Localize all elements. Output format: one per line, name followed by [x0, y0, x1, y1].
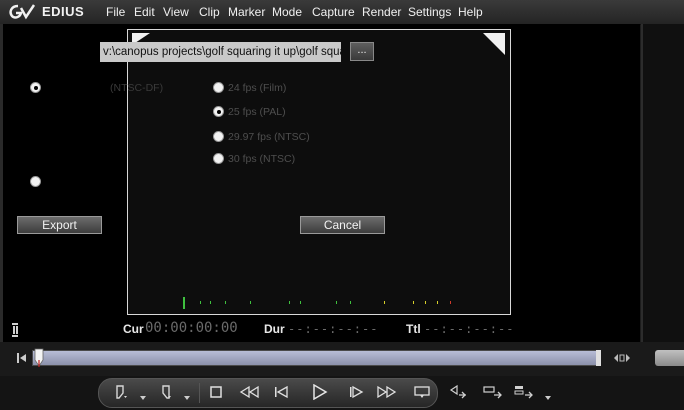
jog-slider[interactable]: [655, 350, 684, 366]
overwrite-icon: [483, 386, 502, 399]
left-frame-edge: [0, 24, 3, 342]
export-button[interactable]: Export: [17, 216, 102, 234]
player-monitor: [127, 29, 511, 315]
rewind-icon: [239, 385, 259, 399]
track-panel-icon[interactable]: [10, 322, 20, 338]
fps-label-24: 24 fps (Film): [228, 82, 287, 94]
safe-area-corner-tr: [483, 33, 505, 55]
fps-radio-25[interactable]: [213, 106, 224, 117]
meter-tick: [437, 301, 438, 304]
meter-tick: [250, 301, 251, 304]
rewind-button[interactable]: [238, 382, 260, 402]
menu-marker[interactable]: Marker: [228, 5, 265, 19]
set-out-point-button[interactable]: [154, 382, 176, 402]
audio-meter-bar: [183, 297, 185, 309]
insert-icon: [449, 384, 466, 399]
chevron-down-icon[interactable]: [545, 396, 551, 400]
fps-label-30: 30 fps (NTSC): [228, 153, 296, 165]
meter-tick: [350, 301, 351, 304]
left-option-radio-1[interactable]: [30, 82, 41, 93]
menu-view[interactable]: View: [163, 5, 189, 19]
set-in-point-button[interactable]: [110, 382, 132, 402]
chevron-down-icon[interactable]: [140, 396, 146, 400]
edius-logo-icon: [9, 4, 36, 20]
dur-label: Dur: [264, 322, 285, 336]
play-icon: [313, 384, 328, 400]
scrub-handle-icon[interactable]: [16, 350, 28, 366]
cur-label: Cur: [123, 322, 144, 336]
meter-tick: [413, 301, 414, 304]
step-back-icon: [275, 385, 288, 399]
mark-in-icon: [116, 385, 127, 399]
meter-tick: [425, 301, 426, 304]
scrub-bar-end: [596, 350, 601, 366]
transport-separator: [199, 383, 200, 403]
loop-icon: [414, 386, 430, 398]
chevron-down-icon[interactable]: [184, 396, 190, 400]
meter-tick: [300, 301, 301, 304]
playhead-icon[interactable]: [34, 348, 44, 368]
dur-timecode: --:--:--:--: [288, 322, 379, 336]
fast-forward-icon: [377, 385, 397, 399]
scrub-bar[interactable]: [32, 350, 598, 366]
menu-help[interactable]: Help: [458, 5, 483, 19]
cur-timecode: 00:00:00:00: [145, 320, 238, 336]
app-name: EDIUS: [42, 4, 85, 19]
stop-button[interactable]: [205, 382, 227, 402]
menu-edit[interactable]: Edit: [134, 5, 155, 19]
fps-radio-30[interactable]: [213, 153, 224, 164]
step-back-button[interactable]: [270, 382, 292, 402]
menu-mode[interactable]: Mode: [272, 5, 302, 19]
menu-capture[interactable]: Capture: [312, 5, 355, 19]
menu-settings[interactable]: Settings: [408, 5, 451, 19]
fps-radio-2997[interactable]: [213, 131, 224, 142]
ttl-label: Ttl: [406, 322, 421, 336]
insert-button[interactable]: [448, 382, 470, 402]
loop-play-button[interactable]: [411, 382, 433, 402]
meter-tick: [225, 301, 226, 304]
menu-file[interactable]: File: [106, 5, 125, 19]
left-option-radio-2[interactable]: [30, 176, 41, 187]
meter-tick: [210, 301, 211, 304]
browse-button[interactable]: ...: [350, 42, 374, 61]
ttl-timecode: --:--:--:--: [424, 322, 515, 336]
shuttle-mode-icon[interactable]: [612, 352, 632, 364]
mark-out-icon: [162, 385, 171, 399]
meter-tick: [336, 301, 337, 304]
meter-tick: [200, 301, 201, 304]
fast-forward-button[interactable]: [376, 382, 398, 402]
menu-clip[interactable]: Clip: [199, 5, 220, 19]
meter-tick: [450, 301, 451, 304]
right-panel: [641, 24, 684, 342]
fps-radio-24[interactable]: [213, 82, 224, 93]
fps-label-25: 25 fps (PAL): [228, 106, 286, 118]
replace-icon: [514, 386, 533, 399]
menu-render[interactable]: Render: [362, 5, 401, 19]
fps-label-2997: 29.97 fps (NTSC): [228, 131, 310, 143]
replace-button[interactable]: [513, 382, 535, 402]
cancel-button[interactable]: Cancel: [300, 216, 385, 234]
stop-icon: [210, 386, 222, 398]
meter-tick: [289, 301, 290, 304]
meter-tick: [384, 301, 385, 304]
left-option-label: (NTSC-DF): [110, 82, 164, 94]
step-forward-icon: [350, 385, 364, 399]
play-button[interactable]: [308, 382, 330, 402]
step-forward-button[interactable]: [345, 382, 367, 402]
export-path-field[interactable]: v:\canopus projects\golf squaring it up\…: [100, 42, 341, 62]
overwrite-button[interactable]: [482, 382, 504, 402]
